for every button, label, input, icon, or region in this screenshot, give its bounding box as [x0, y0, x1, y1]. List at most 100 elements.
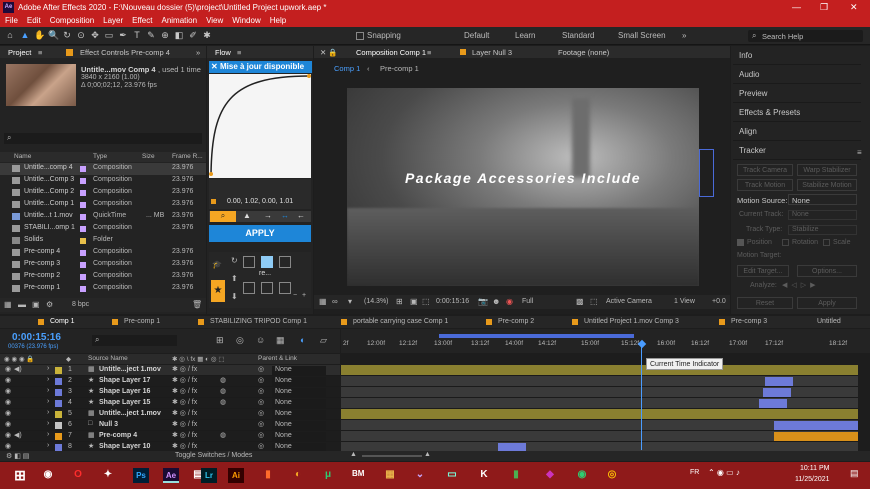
rotation-checkbox[interactable] — [782, 239, 789, 246]
selection-tool-icon[interactable]: ▲ — [20, 30, 30, 40]
comp-menu-icon[interactable]: ≡ — [427, 48, 431, 57]
flow-zoom-in-icon[interactable]: + — [302, 292, 306, 299]
layer-switches[interactable]: ✱ ◎ / fx — [172, 420, 197, 428]
tab-footage[interactable]: Footage (none) — [558, 48, 609, 57]
flow-preset-2[interactable] — [261, 256, 273, 268]
workspace-default[interactable]: Default — [464, 31, 489, 40]
work-area-bar[interactable] — [439, 334, 634, 338]
visibility-icon[interactable]: ◉ — [5, 376, 11, 384]
camera-dropdown[interactable]: Active Camera — [606, 298, 652, 305]
flow-library-icon[interactable]: 🎓 — [212, 260, 222, 269]
type-tool-icon[interactable]: T — [132, 30, 142, 40]
subtab-comp-1[interactable]: Comp 1 — [334, 64, 360, 73]
illustrator-icon[interactable]: Ai — [228, 468, 244, 483]
menu-effect[interactable]: Effect — [132, 16, 152, 25]
home-icon[interactable]: ⌂ — [5, 30, 15, 40]
twirl-icon[interactable]: › — [47, 442, 49, 449]
parent-dropdown[interactable]: None — [272, 410, 326, 419]
tray-icons[interactable]: ⌃ ◉ ▭ ♪ — [708, 468, 740, 477]
project-row[interactable]: Solids Folder — [0, 235, 206, 247]
hand-tool-icon[interactable]: ✋ — [34, 30, 45, 40]
camera-tool-icon[interactable]: ⊙ — [76, 30, 86, 40]
project-row[interactable]: Pre-comp 3 Composition 23.976 — [0, 259, 206, 271]
timeline-tab[interactable]: Pre-comp 1 — [124, 318, 160, 325]
grid-icon[interactable]: ⊞ — [396, 297, 403, 306]
tab-composition[interactable]: Composition Comp 1 — [356, 48, 426, 57]
flow-preset-6[interactable] — [279, 282, 291, 294]
zoom-out-time-icon[interactable]: ▲ — [350, 451, 357, 458]
layer-switches[interactable]: ✱ ◎ / fx — [172, 387, 197, 395]
timeline-tab[interactable]: STABILIZING TRIPOD Comp 1 — [210, 318, 307, 325]
layer-row[interactable]: ◉ › 5 ▦ Untitle...ject 1.mov ✱ ◎ / fx ◎ None — [0, 409, 340, 420]
twirl-icon[interactable]: › — [47, 431, 49, 438]
lang-indicator[interactable]: FR — [690, 469, 699, 476]
shy-icon[interactable]: ☺ — [256, 335, 265, 345]
visibility-icon[interactable]: ◉ — [5, 409, 11, 417]
twirl-icon[interactable]: › — [47, 387, 49, 394]
snapping-checkbox[interactable] — [356, 32, 364, 40]
parent-dropdown[interactable]: None — [272, 432, 326, 441]
chrome-2-icon[interactable]: ◎ — [600, 463, 624, 487]
viewer-timecode[interactable]: 0:00:15:16 — [436, 298, 469, 305]
layer-blend-icon[interactable]: ◍ — [220, 398, 226, 406]
visibility-icon[interactable]: ◉ — [5, 365, 11, 373]
search-help-box[interactable]: ⌕ Search Help — [748, 30, 863, 42]
motion-blur-icon[interactable]: ◐ — [300, 335, 305, 345]
app-icon-1[interactable]: ▦ — [378, 463, 402, 487]
layer-bar[interactable] — [774, 432, 858, 441]
layer-row[interactable]: ◉ › 2 ★ Shape Layer 17 ✱ ◎ / fx ◍ ◎ None — [0, 376, 340, 387]
discord-icon[interactable]: ◉ — [36, 463, 60, 487]
layer-bar[interactable] — [763, 388, 791, 397]
toggle-switches-modes[interactable]: Toggle Switches / Modes — [175, 452, 252, 459]
scale-checkbox[interactable] — [823, 239, 830, 246]
comp-lock-icon[interactable]: 🔒 — [328, 48, 337, 57]
timeline-search[interactable]: ⌕ — [92, 335, 177, 346]
panel-preview[interactable]: Preview — [733, 85, 861, 103]
bpc-label[interactable]: 8 bpc — [72, 301, 89, 308]
workspace-small-screen[interactable]: Small Screen — [618, 31, 666, 40]
clock-time[interactable]: 10:11 PM — [800, 465, 829, 472]
new-comp-icon[interactable]: ▣ — [32, 300, 40, 309]
maximize-icon[interactable]: ❐ — [820, 2, 828, 13]
layer-name[interactable]: Shape Layer 16 — [99, 388, 150, 395]
utorrent-icon[interactable]: μ — [316, 463, 340, 487]
delete-icon[interactable]: 🗑 — [192, 300, 202, 309]
parent-pickwhip-icon[interactable]: ◎ — [258, 365, 264, 373]
zoom-dropdown-icon[interactable]: ▾ — [348, 297, 352, 306]
col-size[interactable]: Size — [142, 153, 155, 160]
workspace-learn[interactable]: Learn — [515, 31, 535, 40]
layer-switches[interactable]: ✱ ◎ / fx — [172, 398, 197, 406]
layer-name[interactable]: Shape Layer 10 — [99, 443, 150, 450]
after-effects-icon[interactable]: Ae — [163, 468, 179, 483]
project-row[interactable]: Untitle...Comp 1 Composition 23.976 — [0, 199, 206, 211]
layer-blend-icon[interactable]: ◍ — [220, 387, 226, 395]
flow-arrow-right-icon[interactable]: → — [264, 211, 272, 220]
blender-icon[interactable]: ◐ — [286, 463, 310, 487]
twirl-icon[interactable]: › — [47, 365, 49, 372]
project-row[interactable]: STABILI...omp 1 Composition 23.976 — [0, 223, 206, 235]
flow-preset-1[interactable] — [243, 256, 255, 268]
timeline-tab[interactable]: Untitled Project 1.mov Comp 3 — [584, 318, 679, 325]
flow-arrow-both-icon[interactable]: ↔ — [281, 211, 289, 220]
app-icon-2[interactable]: ⌄ — [408, 463, 432, 487]
app-icon-4[interactable]: K — [472, 463, 496, 487]
col-source-name[interactable]: Source Name — [88, 355, 128, 362]
layer-switches[interactable]: ✱ ◎ / fx — [172, 442, 197, 450]
layer-name[interactable]: Untitle...ject 1.mov — [99, 366, 161, 373]
project-row[interactable]: Pre-comp 2 Composition 23.976 — [0, 271, 206, 283]
layer-switches[interactable]: ✱ ◎ / fx — [172, 431, 197, 439]
layer-row[interactable]: ◉ › 6 □ Null 3 ✱ ◎ / fx ◎ None — [0, 420, 340, 431]
timeline-ruler[interactable]: 2f 12:00f 12:12f 13:00f 13:12f 14:00f 14:12f 15… — [341, 340, 870, 352]
layer-bar[interactable] — [759, 399, 787, 408]
snapshot-icon[interactable]: 📷 — [478, 297, 488, 306]
menu-layer[interactable]: Layer — [103, 16, 123, 25]
tab-project[interactable]: Project — [8, 48, 31, 57]
timeline-tab[interactable]: portable carrying case Comp 1 — [353, 318, 448, 325]
audio-icon[interactable]: ◀) — [14, 431, 22, 439]
layer-name[interactable]: Shape Layer 17 — [99, 377, 150, 384]
always-preview-icon[interactable]: ▦ — [319, 297, 327, 306]
timeline-tab[interactable]: Pre-comp 3 — [731, 318, 767, 325]
project-settings-icon[interactable]: ⚙ — [46, 300, 53, 309]
layer-row[interactable]: ◉ › 3 ★ Shape Layer 16 ✱ ◎ / fx ◍ ◎ None — [0, 387, 340, 398]
project-row[interactable]: Untitle...Comp 3 Composition 23.976 — [0, 175, 206, 187]
